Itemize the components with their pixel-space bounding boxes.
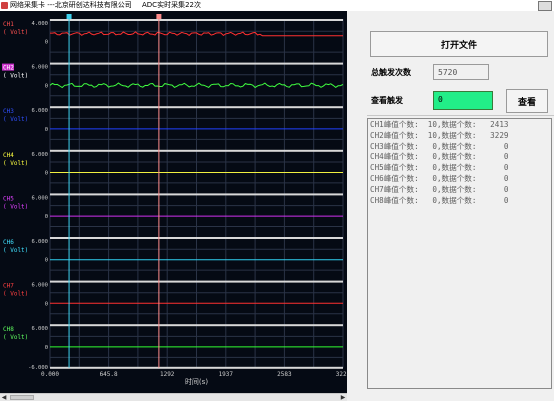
view-trigger-label: 查看触发 — [371, 96, 403, 105]
result-line: CH8峰值个数: 0,数据个数: 0 — [370, 195, 509, 205]
channel-unit-label: ( Volt) — [3, 116, 28, 123]
channel-unit-label: ( Volt) — [3, 73, 28, 80]
channel-name-label: CH4 — [3, 152, 14, 159]
window-subtitle: ADC实时采集22次 — [142, 1, 201, 9]
channel-name-label: CH6 — [3, 239, 14, 246]
y-axis-max-label: 6.000 — [31, 108, 48, 114]
results-textbox[interactable]: CH1峰值个数: 10,数据个数: 2413 CH2峰值个数: 10,数据个数:… — [367, 118, 552, 389]
view-trigger-input[interactable]: 0 — [433, 91, 493, 110]
open-file-button[interactable]: 打开文件 — [370, 31, 548, 57]
window-control-icon[interactable] — [538, 1, 552, 11]
divider — [367, 115, 554, 116]
y-axis-zero-label: 0 — [45, 214, 48, 220]
channel-unit-label: ( Volt) — [3, 160, 28, 167]
channel-name-label: CH8 — [3, 326, 14, 333]
channel-separator — [50, 106, 343, 109]
channel-separator — [50, 19, 343, 21]
scroll-thumb[interactable] — [10, 395, 34, 400]
result-line: CH4峰值个数: 0,数据个数: 0 — [370, 152, 509, 162]
channel-separator — [50, 324, 343, 327]
channel-separator — [50, 62, 343, 65]
channel-name-label: CH5 — [3, 195, 14, 202]
oscilloscope-chart: CH1( Volt)4.0000CH2( Volt)6.0000CH3( Vol… — [2, 14, 347, 386]
control-panel: 打开文件 总触发次数 5720 查看触发 0 查看 CH1峰值个数: 10,数据… — [347, 11, 554, 400]
total-triggers-label: 总触发次数 — [371, 68, 411, 77]
y-axis-max-label: 6.000 — [31, 65, 48, 71]
title-bar: 网络采集卡 ---北京研创达科技有限公司 ADC实时采集22次 — [0, 0, 554, 11]
y-axis-zero-label: 0 — [45, 40, 48, 46]
channel-unit-label: ( Volt) — [3, 247, 28, 254]
window-title: 网络采集卡 ---北京研创达科技有限公司 — [10, 1, 132, 9]
result-line: CH5峰值个数: 0,数据个数: 0 — [370, 163, 509, 173]
x-tick-label: 0.000 — [41, 371, 59, 378]
channel-unit-label: ( Volt) — [3, 291, 28, 298]
channel-name-label: CH7 — [3, 283, 14, 290]
y-axis-zero-label: 0 — [45, 83, 48, 89]
channel-separator — [50, 193, 343, 196]
result-line: CH3峰值个数: 0,数据个数: 0 — [370, 141, 509, 151]
y-axis-max-label: 6.000 — [31, 239, 48, 245]
x-axis-label: 时间(s) — [185, 377, 208, 386]
result-line: CH7峰值个数: 0,数据个数: 0 — [370, 184, 509, 194]
channel-unit-label: ( Volt) — [3, 203, 28, 210]
channel-separator — [50, 237, 343, 239]
x-tick-label: 1937 — [219, 371, 234, 378]
y-axis-zero-label: 0 — [45, 301, 48, 307]
cursor-handle — [66, 14, 72, 19]
y-axis-max-label: 6.000 — [31, 195, 48, 201]
cursor-handle — [156, 14, 162, 19]
y-axis-max-label: 4.000 — [31, 21, 48, 27]
y-axis-zero-label: 0 — [45, 127, 48, 133]
y-axis-max-label: 6.000 — [31, 326, 48, 332]
y-axis-max-label: 6.000 — [31, 283, 48, 289]
result-line: CH1峰值个数: 10,数据个数: 2413 — [370, 120, 509, 129]
y-axis-zero-label: 0 — [45, 345, 48, 351]
channel-separator — [50, 280, 343, 283]
oscilloscope-panel: CH1( Volt) 4.000 0 CH2( Volt) 6.000 0 CH3( Vol… — [0, 11, 347, 393]
x-tick-label: 1292 — [160, 371, 175, 378]
channel-name-label: CH2 — [3, 65, 14, 72]
channel-unit-label: ( Volt) — [3, 29, 28, 36]
x-tick-label: 645.8 — [100, 371, 118, 378]
result-line: CH6峰值个数: 0,数据个数: 0 — [370, 173, 509, 183]
view-button[interactable]: 查看 — [506, 89, 548, 113]
channel-unit-label: ( Volt) — [3, 334, 28, 341]
x-tick-label: 2583 — [277, 371, 292, 378]
app-icon — [1, 2, 8, 9]
x-tick-label: 3229 — [336, 371, 347, 378]
channel-name-label: CH3 — [3, 108, 14, 115]
x-axis-line — [50, 366, 343, 369]
y-axis-max-label: 6.000 — [31, 152, 48, 158]
result-line: CH2峰值个数: 10,数据个数: 3229 — [370, 130, 509, 140]
channel-name-label: CH1 — [3, 21, 14, 28]
total-triggers-field: 5720 — [433, 64, 489, 80]
y-axis-zero-label: 0 — [45, 170, 48, 176]
channel-separator — [50, 149, 343, 152]
y-axis-zero-label: 0 — [45, 258, 48, 264]
